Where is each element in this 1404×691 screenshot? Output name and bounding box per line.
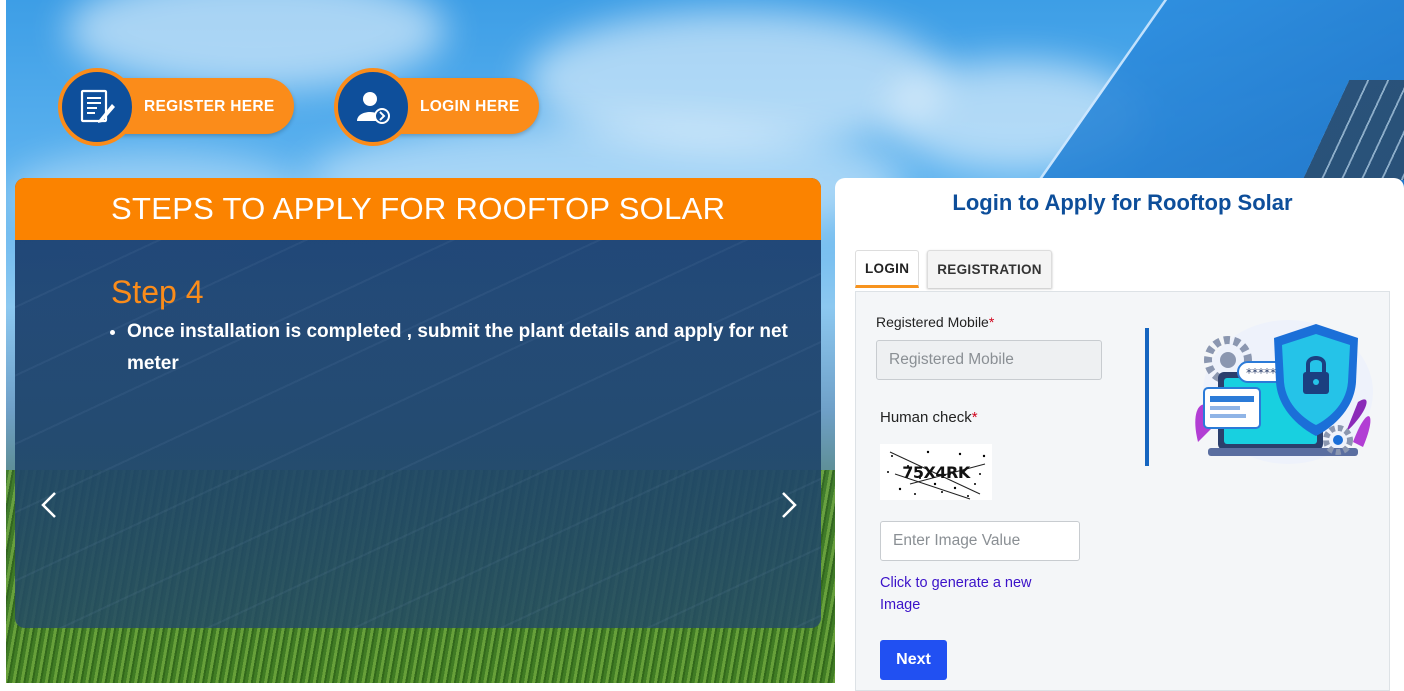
registered-mobile-input[interactable] bbox=[876, 340, 1102, 380]
regenerate-captcha-link[interactable]: Click to generate a new Image bbox=[880, 572, 1060, 616]
login-here-label: LOGIN HERE bbox=[420, 98, 520, 115]
login-user-icon bbox=[334, 68, 412, 146]
login-here-button[interactable]: LOGIN HERE bbox=[334, 68, 539, 146]
step-title: Step 4 bbox=[111, 274, 204, 310]
next-button[interactable]: Next bbox=[880, 640, 947, 680]
carousel-next-button[interactable] bbox=[779, 490, 799, 526]
register-here-label: REGISTER HERE bbox=[144, 98, 275, 115]
chevron-left-icon bbox=[41, 492, 56, 518]
tab-registration[interactable]: REGISTRATION bbox=[927, 250, 1052, 288]
chevron-right-icon bbox=[782, 492, 797, 518]
captcha-image: 75X4RK bbox=[880, 444, 992, 500]
tab-login[interactable]: LOGIN bbox=[855, 250, 920, 288]
login-card: Login to Apply for Rooftop Solar LOGIN R… bbox=[835, 178, 1404, 691]
steps-header: STEPS TO APPLY FOR ROOFTOP SOLAR bbox=[15, 178, 821, 240]
register-form-icon bbox=[58, 68, 136, 146]
captcha-text: 75X4RK bbox=[902, 462, 970, 482]
step-description: Once installation is completed , submit … bbox=[127, 316, 817, 380]
security-shield-illustration: ***** bbox=[1178, 312, 1378, 472]
login-card-title: Login to Apply for Rooftop Solar bbox=[952, 190, 1293, 215]
steps-carousel: STEPS TO APPLY FOR ROOFTOP SOLAR Step 4 … bbox=[15, 178, 821, 628]
register-here-button[interactable]: REGISTER HERE bbox=[58, 68, 294, 146]
mobile-label: Registered Mobile* bbox=[876, 314, 995, 330]
human-check-label: Human check* bbox=[880, 409, 978, 426]
carousel-prev-button[interactable] bbox=[39, 490, 59, 526]
carousel-slide: Step 4 Once installation is completed , … bbox=[15, 240, 821, 628]
vertical-divider bbox=[1145, 328, 1149, 466]
svg-text:*****: ***** bbox=[1246, 366, 1276, 380]
captcha-input[interactable] bbox=[880, 521, 1080, 561]
step-description-list: Once installation is completed , submit … bbox=[111, 316, 817, 380]
login-form: Registered Mobile* Human check* 75X4RK C… bbox=[855, 291, 1390, 691]
login-tabs: LOGIN REGISTRATION bbox=[855, 250, 1052, 288]
